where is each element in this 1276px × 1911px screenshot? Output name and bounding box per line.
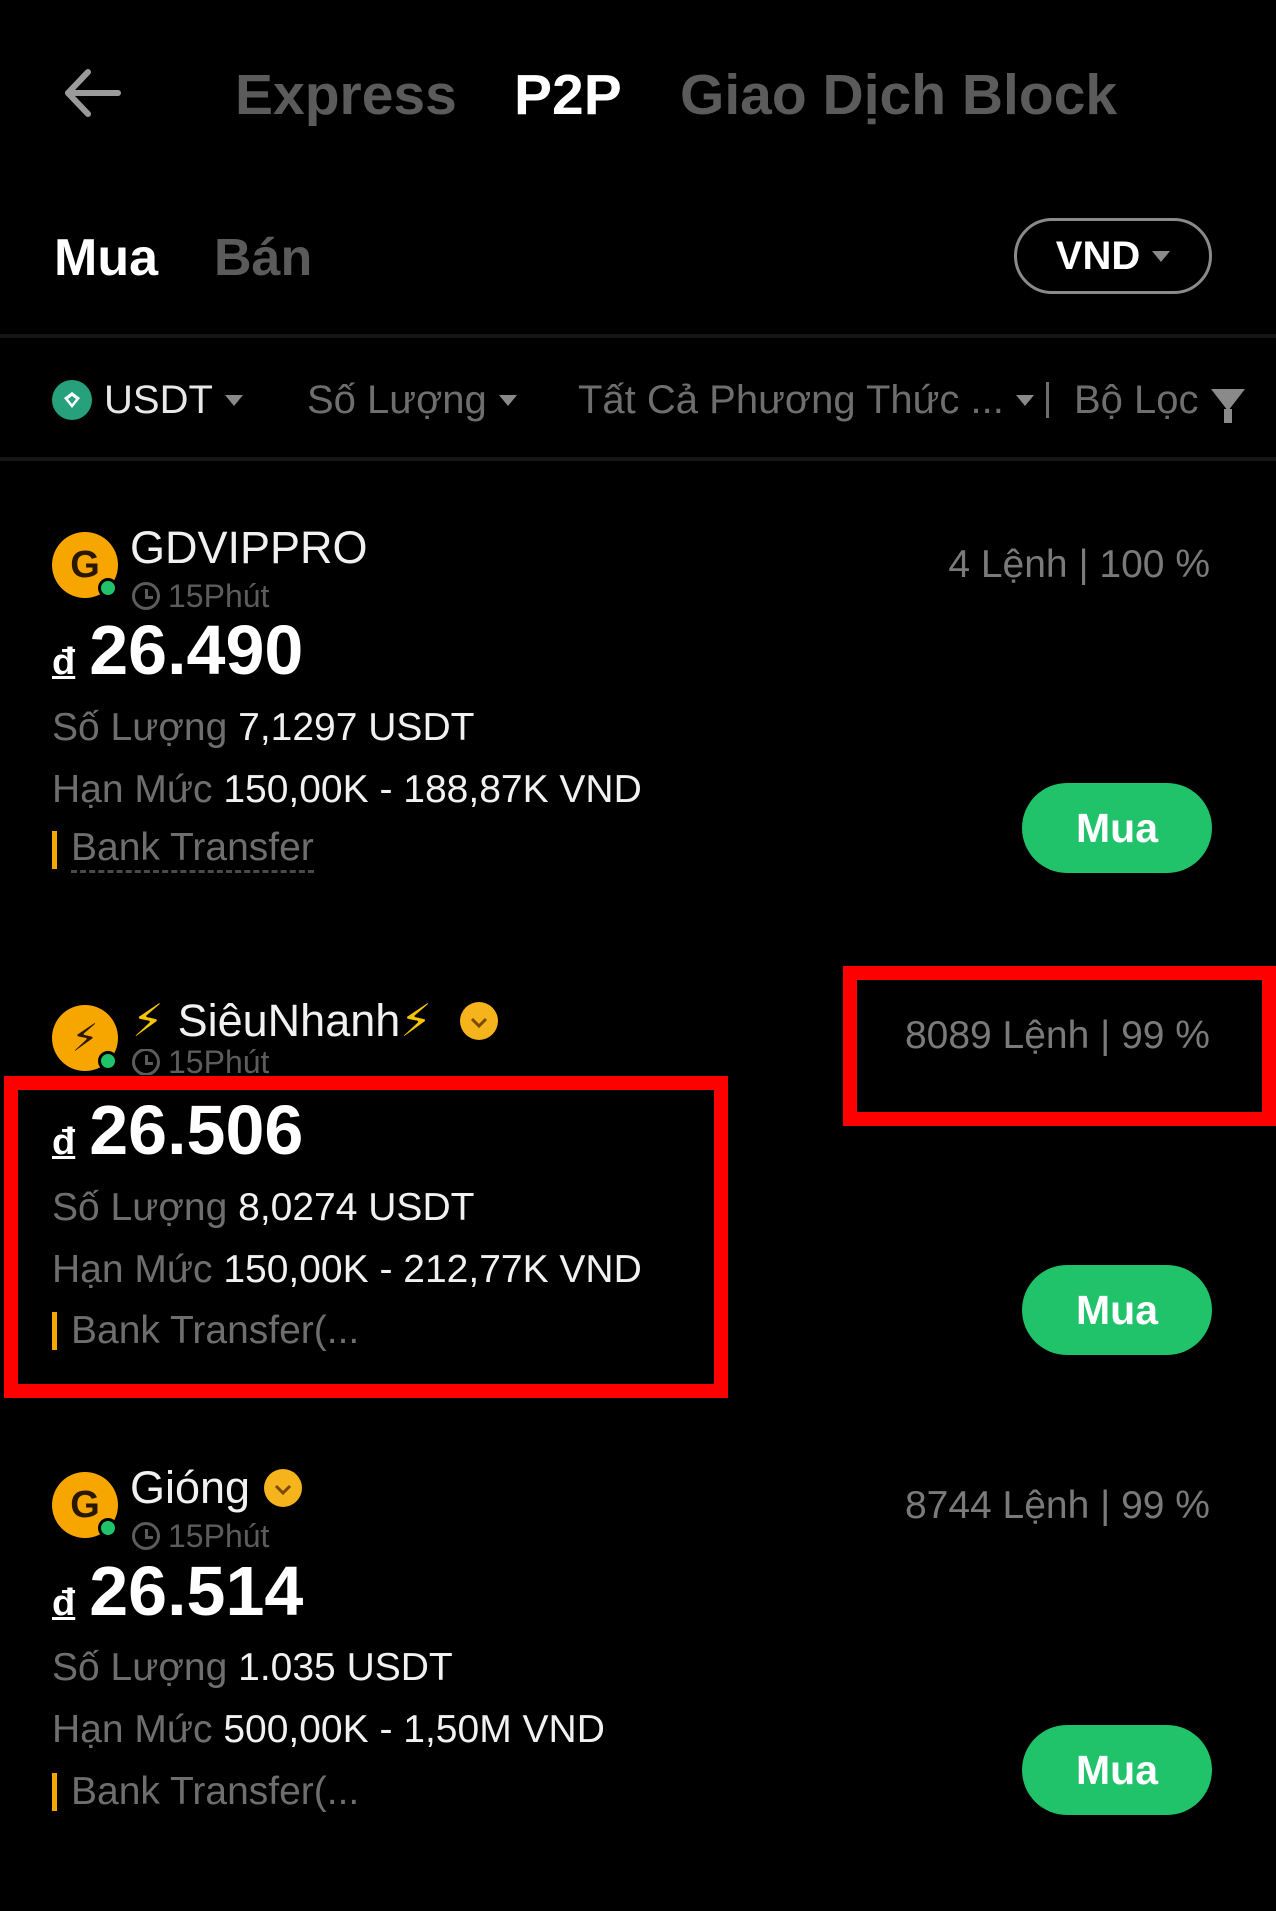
asset-filter-label: USDT <box>104 378 213 422</box>
merchant-name-text: Gióng <box>130 1462 251 1513</box>
limit-label: Hạn Mức <box>52 768 213 811</box>
merchant-name-text: SiêuNhanh <box>177 995 401 1046</box>
payment-method-marker <box>52 1773 57 1811</box>
payment-method-text: Bank Transfer <box>71 826 314 873</box>
chevron-down-icon <box>1015 394 1034 406</box>
chevron-down-icon <box>1152 250 1171 262</box>
highlight-box-stats <box>843 966 1276 1126</box>
currency-value: VND <box>1055 233 1141 278</box>
payment-method-text: Bank Transfer(... <box>71 1770 360 1813</box>
buy-button[interactable]: Mua <box>1022 783 1212 873</box>
chevron-down-icon <box>224 394 243 406</box>
tab-block-trade[interactable]: Giao Dịch Block <box>680 60 1117 130</box>
clock-icon <box>132 1522 160 1550</box>
filter-separator <box>1045 382 1049 418</box>
merchant-name[interactable]: GDVIPPRO <box>130 520 368 576</box>
quantity-value: 1.035 USDT <box>238 1646 453 1689</box>
divider <box>0 457 1276 461</box>
payment-time: 15Phút <box>132 1516 269 1556</box>
payment-time: 15Phút <box>132 1049 269 1075</box>
quantity-label: Số Lượng <box>52 706 228 749</box>
tab-p2p[interactable]: P2P <box>514 60 622 130</box>
price: đ 26.514 <box>52 1551 303 1643</box>
usdt-icon <box>52 380 92 420</box>
buy-button[interactable]: Mua <box>1022 1725 1212 1815</box>
amount-filter-label: Số Lượng <box>307 378 487 422</box>
price-value: 26.514 <box>89 1552 304 1630</box>
verified-badge-icon <box>264 1469 303 1507</box>
advanced-filter-label: Bộ Lọc <box>1074 378 1199 422</box>
price: đ 26.490 <box>52 610 303 702</box>
lightning-icon: ⚡ <box>132 995 164 1046</box>
divider <box>0 334 1276 338</box>
quantity-row: Số Lượng 7,1297 USDT <box>52 703 474 753</box>
back-arrow-icon[interactable] <box>58 58 128 128</box>
highlight-box-offer <box>4 1076 728 1398</box>
currency-symbol: đ <box>52 641 76 683</box>
merchant-name-text: GDVIPPRO <box>130 522 368 573</box>
buy-button[interactable]: Mua <box>1022 1265 1212 1355</box>
tab-sell[interactable]: Bán <box>214 228 312 288</box>
quantity-row: Số Lượng 1.035 USDT <box>52 1643 453 1693</box>
payment-method[interactable]: Bank Transfer <box>52 826 314 873</box>
clock-icon <box>132 1049 160 1075</box>
quantity-value: 7,1297 USDT <box>238 706 475 749</box>
payment-method-marker <box>52 830 57 869</box>
funnel-icon <box>1210 389 1245 423</box>
limit-value: 500,00K - 1,50M VND <box>223 1708 605 1751</box>
verified-badge-icon <box>459 1002 498 1040</box>
lightning-icon: ⚡ <box>400 995 432 1046</box>
limit-row: Hạn Mức 150,00K - 188,87K VND <box>52 765 642 815</box>
quantity-label: Số Lượng <box>52 1646 228 1689</box>
payment-time-text: 15Phút <box>168 1518 270 1554</box>
online-status-dot <box>98 578 118 598</box>
amount-filter[interactable]: Số Lượng <box>307 370 517 430</box>
order-stats: 8744 Lệnh | 99 % <box>904 1484 1210 1527</box>
currency-symbol: đ <box>52 1582 76 1624</box>
clock-icon <box>132 582 160 610</box>
limit-label: Hạn Mức <box>52 1708 213 1751</box>
payment-time-text: 15Phút <box>168 1049 270 1075</box>
merchant-name[interactable]: Gióng <box>130 1460 303 1516</box>
limit-value: 150,00K - 188,87K VND <box>223 768 642 811</box>
limit-row: Hạn Mức 500,00K - 1,50M VND <box>52 1705 605 1755</box>
order-stats: 4 Lệnh | 100 % <box>948 543 1210 586</box>
online-status-dot <box>98 1518 118 1538</box>
payment-method[interactable]: Bank Transfer(... <box>52 1767 359 1817</box>
currency-select[interactable]: VND <box>1014 218 1212 294</box>
price-value: 26.490 <box>89 611 304 689</box>
merchant-name[interactable]: ⚡ SiêuNhanh ⚡ <box>132 993 498 1049</box>
payment-method-filter-label: Tất Cả Phương Thức ... <box>578 378 1004 422</box>
tab-express[interactable]: Express <box>235 60 457 130</box>
online-status-dot <box>98 1051 118 1071</box>
tab-buy[interactable]: Mua <box>54 228 158 288</box>
payment-method-filter[interactable]: Tất Cả Phương Thức ... <box>578 370 1049 430</box>
chevron-down-icon <box>498 394 517 406</box>
asset-filter[interactable]: USDT <box>52 370 243 430</box>
advanced-filter[interactable]: Bộ Lọc <box>1074 370 1245 430</box>
